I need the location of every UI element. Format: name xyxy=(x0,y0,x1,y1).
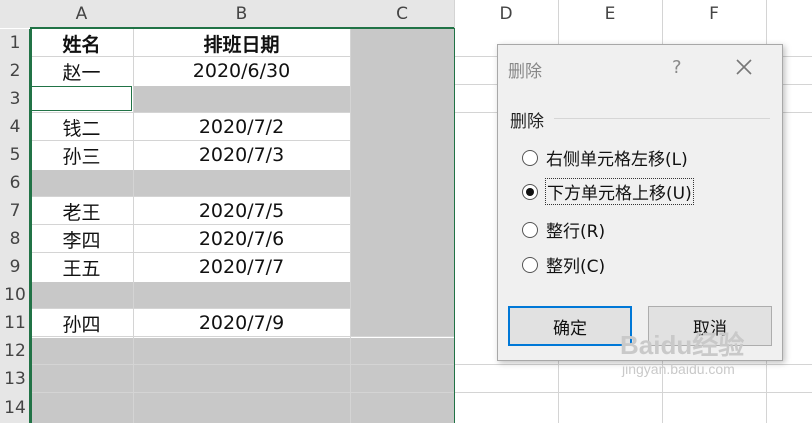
row-header-1[interactable]: 1 xyxy=(0,29,30,57)
row-header-6[interactable]: 6 xyxy=(0,169,30,197)
row-header-2[interactable]: 2 xyxy=(0,57,30,85)
row-header-10[interactable]: 10 xyxy=(0,281,30,309)
column-header-b[interactable]: B xyxy=(133,0,350,28)
row-header-4[interactable]: 4 xyxy=(0,113,30,141)
corner-select-all[interactable] xyxy=(0,0,30,28)
option-entire-column[interactable]: 整列(C) xyxy=(522,252,605,277)
option-entire-row-label: 整行(R) xyxy=(546,222,606,242)
option-shift-up-label: 下方单元格上移(U) xyxy=(545,178,694,205)
row-header-7[interactable]: 7 xyxy=(0,197,30,225)
radio-entire-row[interactable] xyxy=(522,221,538,238)
radio-selected-dot xyxy=(526,187,534,196)
row-header-11[interactable]: 11 xyxy=(0,309,30,337)
close-button[interactable] xyxy=(732,55,756,79)
option-shift-left-label: 右侧单元格左移(L) xyxy=(546,150,688,170)
group-divider xyxy=(554,118,770,119)
column-header-d[interactable]: D xyxy=(454,0,558,28)
option-shift-left[interactable]: 右侧单元格左移(L) xyxy=(522,145,688,170)
watermark-brand: Baidu经验 xyxy=(620,330,745,360)
option-entire-column-label: 整列(C) xyxy=(546,257,606,277)
watermark: Baidu经验 jingyan.baidu.com xyxy=(620,330,744,378)
dialog-title: 删除 xyxy=(508,62,542,82)
row-header-14[interactable]: 14 xyxy=(0,393,30,423)
delete-dialog: 删除 ? 删除 右侧单元格左移(L) 下方单元格上移(U) 整行(R) 整列(C… xyxy=(497,44,783,361)
close-icon xyxy=(736,59,752,75)
watermark-url: jingyan.baidu.com xyxy=(622,361,735,377)
gridline-h xyxy=(454,392,812,393)
row-header-12[interactable]: 12 xyxy=(0,337,30,365)
option-shift-up[interactable]: 下方单元格上移(U) xyxy=(522,178,694,205)
help-button[interactable]: ? xyxy=(672,57,682,78)
column-header-e[interactable]: E xyxy=(558,0,662,28)
radio-shift-up[interactable] xyxy=(522,183,538,200)
row-header-9[interactable]: 9 xyxy=(0,253,30,281)
radio-shift-left[interactable] xyxy=(522,149,538,166)
row-header-5[interactable]: 5 xyxy=(0,141,30,169)
column-header-f[interactable]: F xyxy=(662,0,766,28)
option-entire-row[interactable]: 整行(R) xyxy=(522,217,605,242)
group-label: 删除 xyxy=(510,112,544,132)
ok-button[interactable]: 确定 xyxy=(508,306,632,346)
selection-border xyxy=(30,28,455,423)
column-header-c[interactable]: C xyxy=(350,0,454,28)
row-header-8[interactable]: 8 xyxy=(0,225,30,253)
row-header-13[interactable]: 13 xyxy=(0,365,30,393)
column-header-a[interactable]: A xyxy=(30,0,133,28)
row-header-3[interactable]: 3 xyxy=(0,85,30,113)
radio-entire-column[interactable] xyxy=(522,256,538,273)
